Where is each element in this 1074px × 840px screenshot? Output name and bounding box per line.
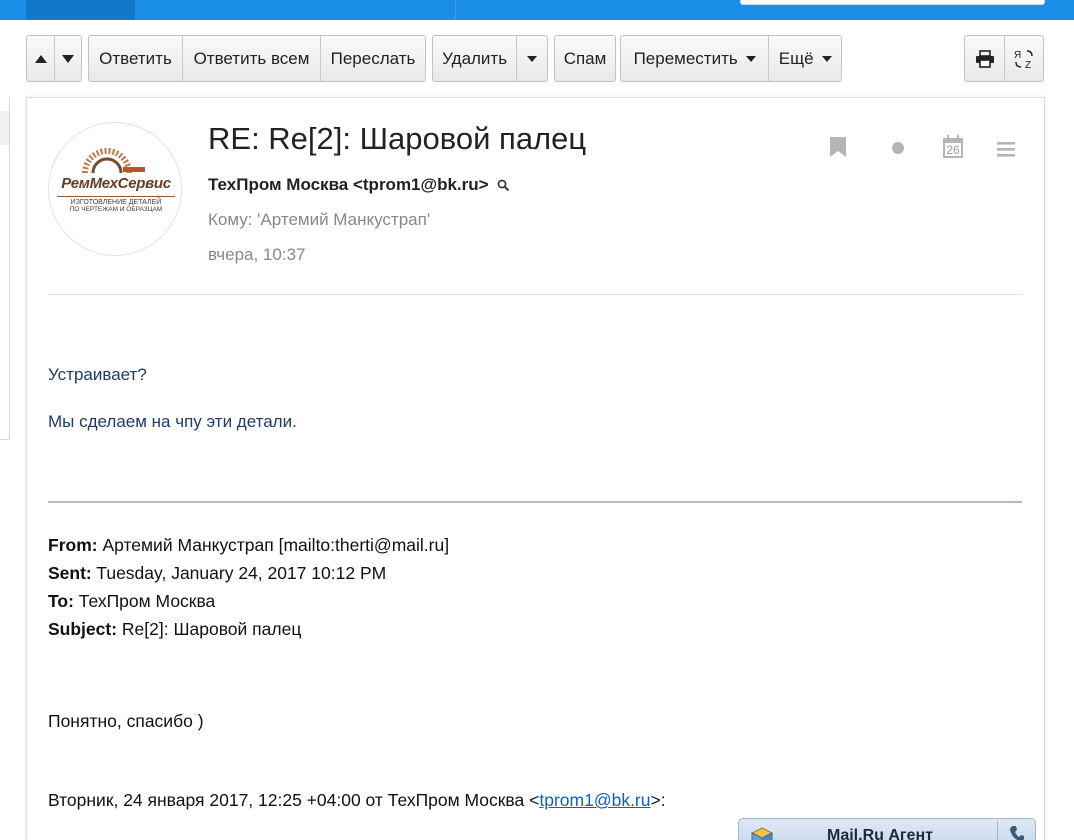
sender-email-link[interactable]: tprom1@bk.ru bbox=[539, 790, 650, 810]
more-label: Ещё bbox=[778, 48, 814, 68]
delete-button[interactable]: Удалить bbox=[433, 36, 516, 81]
reply-text: Понятно, спасибо ) bbox=[48, 711, 204, 731]
agent-widget[interactable]: Mail.Ru Агент bbox=[738, 818, 1036, 840]
quote-from-value: Артемий Манкустрап [mailto:therti@mail.r… bbox=[102, 535, 450, 555]
quote-sent: Sent: Tuesday, January 24, 2017 10:12 PM bbox=[48, 563, 386, 584]
brand-name: РемМехСервис bbox=[61, 175, 171, 192]
quote-to-value: ТехПром Москва bbox=[78, 591, 216, 611]
quote-sent-value: Tuesday, January 24, 2017 10:12 PM bbox=[96, 563, 387, 583]
nav-arrows-group bbox=[26, 35, 82, 82]
quote-to-label: To: bbox=[48, 591, 74, 611]
brand-tagline-2: ПО ЧЕРТЕЖАМ И ОБРАЗЦАМ bbox=[69, 206, 163, 213]
attribution-prefix: Вторник, 24 января 2017, 12:25 +04:00 от… bbox=[48, 790, 540, 810]
reply-all-button[interactable]: Ответить всем bbox=[182, 36, 320, 81]
brand-logo-icon bbox=[82, 148, 145, 174]
message-date: вчера, 10:37 bbox=[208, 245, 306, 264]
phone-icon bbox=[1009, 826, 1024, 840]
search-input[interactable] bbox=[740, 0, 1045, 5]
arrow-up-icon bbox=[34, 54, 47, 63]
translate-icon: Я Z bbox=[1014, 50, 1033, 70]
chevron-down-icon bbox=[821, 55, 832, 62]
forward-button[interactable]: Переслать bbox=[320, 36, 425, 81]
agent-label: Mail.Ru Агент bbox=[827, 827, 933, 840]
svg-text:Z: Z bbox=[1025, 60, 1031, 70]
header-divider-line bbox=[48, 294, 1022, 295]
translate-button[interactable]: Я Z bbox=[1004, 36, 1043, 81]
folder-panel bbox=[0, 97, 10, 440]
quote-from-label: From: bbox=[48, 535, 98, 555]
search-icon[interactable] bbox=[497, 179, 510, 192]
quote-to: To: ТехПром Москва bbox=[48, 591, 215, 612]
quote-subject-label: Subject: bbox=[48, 619, 118, 639]
quote-from: From: Артемий Манкустрап [mailto:therti@… bbox=[48, 535, 449, 556]
spam-button[interactable]: Спам bbox=[554, 35, 616, 82]
menu-icon[interactable] bbox=[997, 141, 1015, 157]
arrow-down-icon bbox=[62, 54, 74, 63]
move-more-group: Переместить Ещё bbox=[620, 35, 842, 82]
quote-subject: Subject: Re[2]: Шаровой палец bbox=[48, 619, 301, 640]
bookmark-icon[interactable] bbox=[829, 136, 847, 158]
chevron-down-icon bbox=[745, 55, 756, 62]
print-translate-group: Я Z bbox=[964, 35, 1044, 82]
more-button[interactable]: Ещё bbox=[768, 36, 841, 81]
move-button[interactable]: Переместить bbox=[621, 36, 768, 81]
sender-avatar: РемМехСервис ИЗГОТОВЛЕНИЕ ДЕТАЛЕЙ ПО ЧЕР… bbox=[48, 122, 182, 256]
sender-name[interactable]: ТехПром Москва <tprom1@bk.ru> bbox=[208, 175, 489, 195]
attribution-line: Вторник, 24 января 2017, 12:25 +04:00 от… bbox=[48, 790, 666, 811]
prev-message-button[interactable] bbox=[27, 36, 54, 81]
next-message-button[interactable] bbox=[54, 36, 81, 81]
quote-subject-value: Re[2]: Шаровой палец bbox=[121, 619, 302, 639]
reply-group: Ответить Ответить всем Переслать bbox=[88, 35, 426, 82]
printer-icon bbox=[975, 49, 994, 68]
sender-line: ТехПром Москва <tprom1@bk.ru> bbox=[208, 175, 510, 195]
delete-group: Удалить bbox=[432, 35, 548, 82]
calendar-button[interactable]: 26 bbox=[942, 135, 964, 159]
active-nav-tab[interactable] bbox=[26, 0, 135, 20]
calendar-day: 26 bbox=[946, 143, 960, 157]
agent-icon bbox=[751, 827, 773, 840]
quote-divider bbox=[48, 501, 1022, 503]
body-line-1: Устраивает? bbox=[48, 365, 147, 384]
delete-dropdown-button[interactable] bbox=[516, 36, 547, 81]
top-header-bar bbox=[0, 0, 1074, 20]
move-label: Переместить bbox=[633, 48, 738, 68]
folder-item-active[interactable] bbox=[0, 111, 9, 145]
chevron-down-icon bbox=[527, 55, 538, 62]
reply-button[interactable]: Ответить bbox=[89, 36, 182, 81]
unread-dot-icon[interactable] bbox=[891, 141, 905, 155]
recipient-line: Кому: 'Артемий Манкустрап' bbox=[208, 210, 431, 229]
svg-text:Я: Я bbox=[1014, 50, 1021, 61]
header-divider bbox=[455, 0, 456, 20]
message-subject: RE: Re[2]: Шаровой палец bbox=[208, 121, 587, 156]
agent-call-button[interactable] bbox=[997, 821, 1035, 840]
print-button[interactable] bbox=[965, 36, 1004, 81]
attribution-suffix: >: bbox=[650, 790, 666, 810]
body-line-2: Мы сделаем на чпу эти детали. bbox=[48, 412, 297, 431]
quote-sent-label: Sent: bbox=[48, 563, 92, 583]
